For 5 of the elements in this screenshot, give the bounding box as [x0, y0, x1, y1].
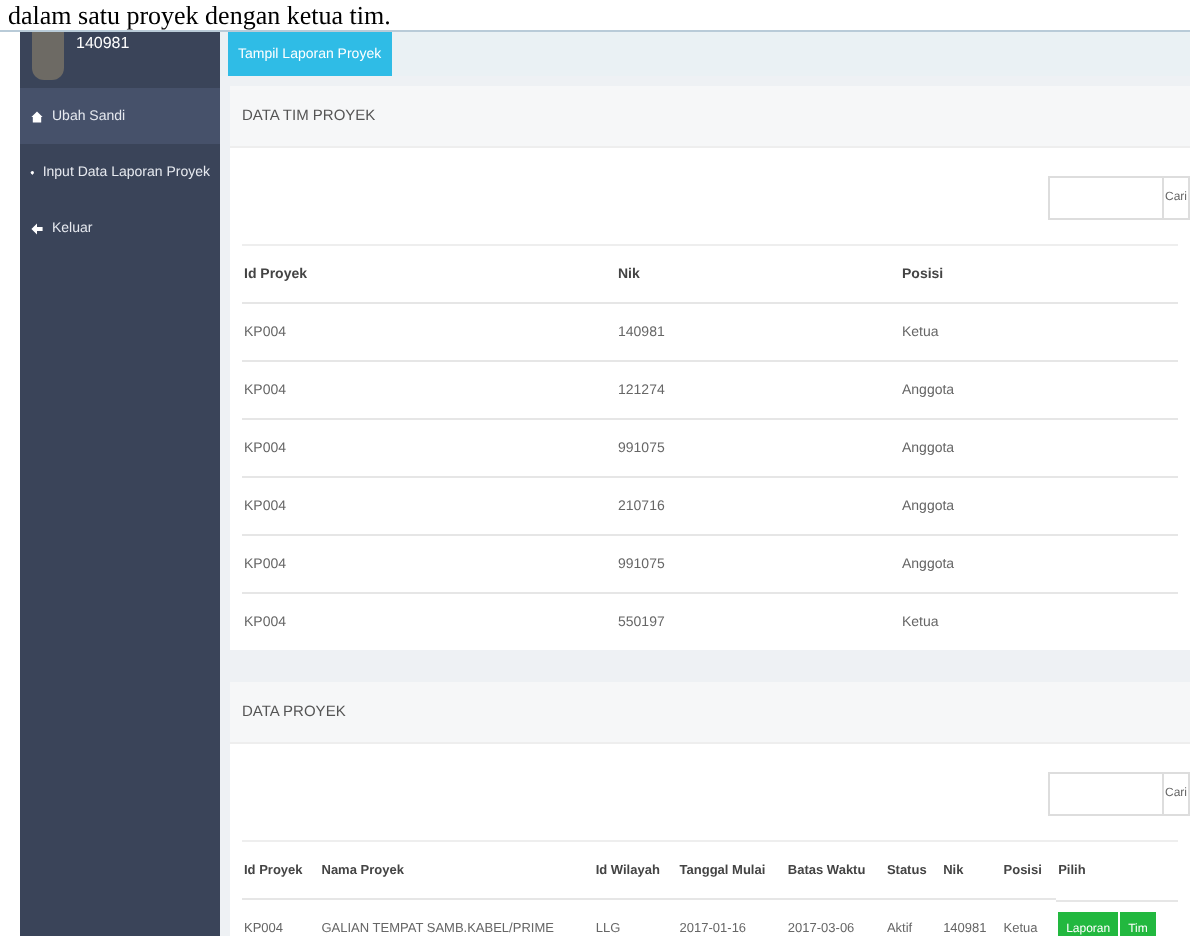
home-icon [30, 109, 44, 123]
caption-text: dalam satu proyek dengan ketua tim. [6, 0, 393, 30]
avatar-placeholder [32, 32, 64, 80]
username: 140981 [76, 34, 130, 52]
exit-icon [30, 221, 44, 235]
